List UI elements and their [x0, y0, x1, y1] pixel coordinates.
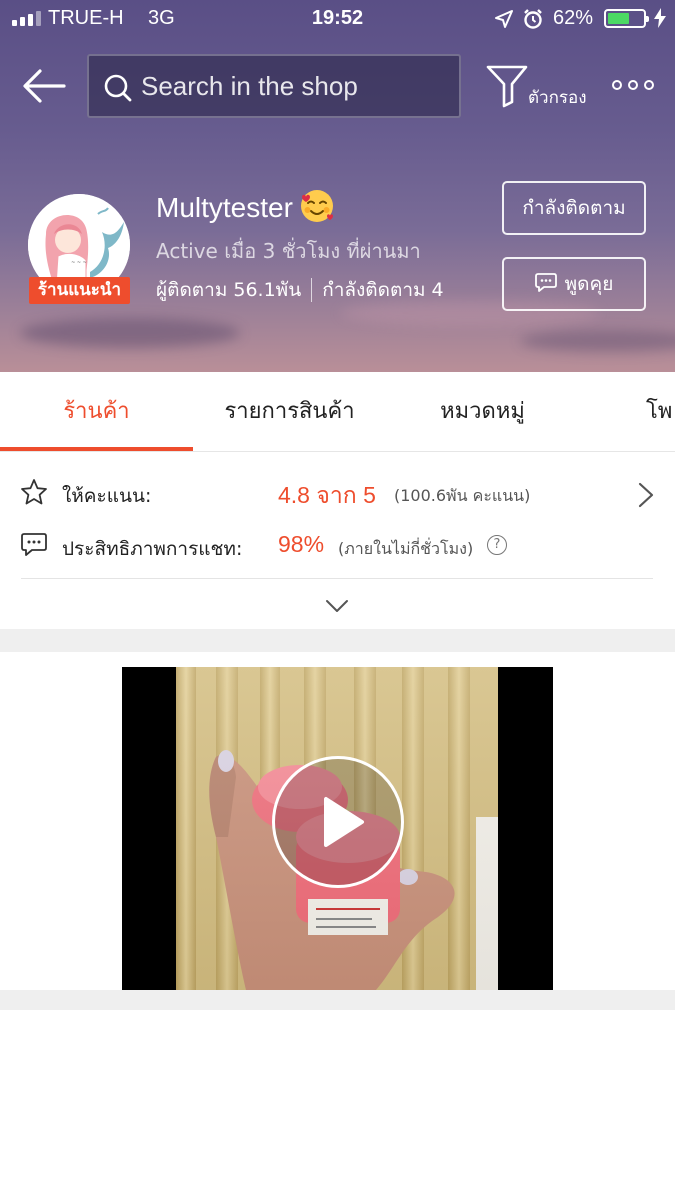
play-button[interactable] [272, 756, 404, 888]
alarm-clock-icon [522, 8, 544, 36]
smiling-face-with-hearts-icon [299, 188, 335, 231]
followers-count[interactable]: ผู้ติดตาม 56.1พัน [156, 275, 301, 305]
stats-divider [311, 278, 313, 302]
shop-header: TRUE-H 3G 19:52 62% Search in the shop ต… [0, 0, 675, 372]
search-placeholder: Search in the shop [141, 71, 358, 101]
rating-value: 4.8 จาก 5 [278, 482, 376, 508]
section-spacer [0, 629, 675, 652]
charging-bolt-icon [654, 8, 666, 34]
shop-stats: ผู้ติดตาม 56.1พัน กำลังติดตาม 4 [156, 275, 444, 305]
tab-shop[interactable]: ร้านค้า [0, 372, 193, 452]
star-icon [20, 478, 48, 510]
chat-bubble-icon [20, 531, 48, 563]
header-cloud [20, 318, 240, 348]
tab-products[interactable]: รายการสินค้า [193, 372, 386, 452]
help-question-icon[interactable]: ? [487, 535, 507, 555]
search-icon [103, 73, 133, 107]
section-divider [21, 578, 653, 579]
back-arrow-icon[interactable] [22, 66, 66, 106]
rating-label: ให้คะแนน: [62, 485, 152, 507]
play-icon [324, 797, 364, 847]
preferred-shop-badge: ร้านแนะนำ [29, 277, 130, 304]
shop-name: Multytester [156, 188, 335, 231]
filter-label[interactable]: ตัวกรอง [528, 84, 587, 111]
section-spacer [0, 990, 675, 1010]
more-options-icon[interactable] [612, 80, 654, 90]
tab-categories[interactable]: หมวดหมู่ [386, 372, 579, 452]
search-input[interactable]: Search in the shop [87, 54, 461, 118]
last-active-text: Active เมื่อ 3 ชั่วโมง ที่ผ่านมา [156, 239, 421, 263]
battery-percent: 62% [553, 7, 594, 29]
location-arrow-icon [494, 9, 514, 35]
battery-icon [604, 9, 649, 28]
follow-button-label: กำลังติดตาม [522, 197, 626, 219]
shop-rating-row[interactable]: ให้คะแนน: 4.8 จาก 5 (100.6พัน คะแนน) [0, 472, 675, 516]
chat-response-time: (ภายในไม่กี่ชั่วโมง) [338, 539, 474, 558]
chat-performance-row: ประสิทธิภาพการแชท: 98% (ภายในไม่กี่ชั่วโ… [0, 525, 675, 569]
active-tab-indicator [0, 447, 193, 451]
chat-bubble-icon [534, 272, 557, 297]
shop-tabs: ร้านค้า รายการสินค้า หมวดหมู่ โพ [0, 372, 675, 452]
shop-name-text: Multytester [156, 191, 293, 223]
chat-performance-label: ประสิทธิภาพการแชท: [62, 538, 243, 560]
filter-icon[interactable] [486, 64, 530, 112]
chevron-down-icon[interactable] [325, 598, 349, 618]
chevron-right-icon[interactable] [637, 482, 655, 512]
chat-button[interactable]: พูดคุย [502, 257, 646, 311]
rating-count: (100.6พัน คะแนน) [394, 486, 531, 505]
tab-more[interactable]: โพ [646, 372, 675, 452]
following-count[interactable]: กำลังติดตาม 4 [322, 275, 443, 305]
header-cloud [520, 330, 675, 352]
svg-text:~ ~ ~: ~ ~ ~ [71, 260, 87, 266]
chat-button-label: พูดคุย [564, 273, 614, 295]
follow-button[interactable]: กำลังติดตาม [502, 181, 646, 235]
chat-performance-value: 98% [278, 531, 325, 557]
status-bar: TRUE-H 3G 19:52 62% [0, 0, 675, 38]
